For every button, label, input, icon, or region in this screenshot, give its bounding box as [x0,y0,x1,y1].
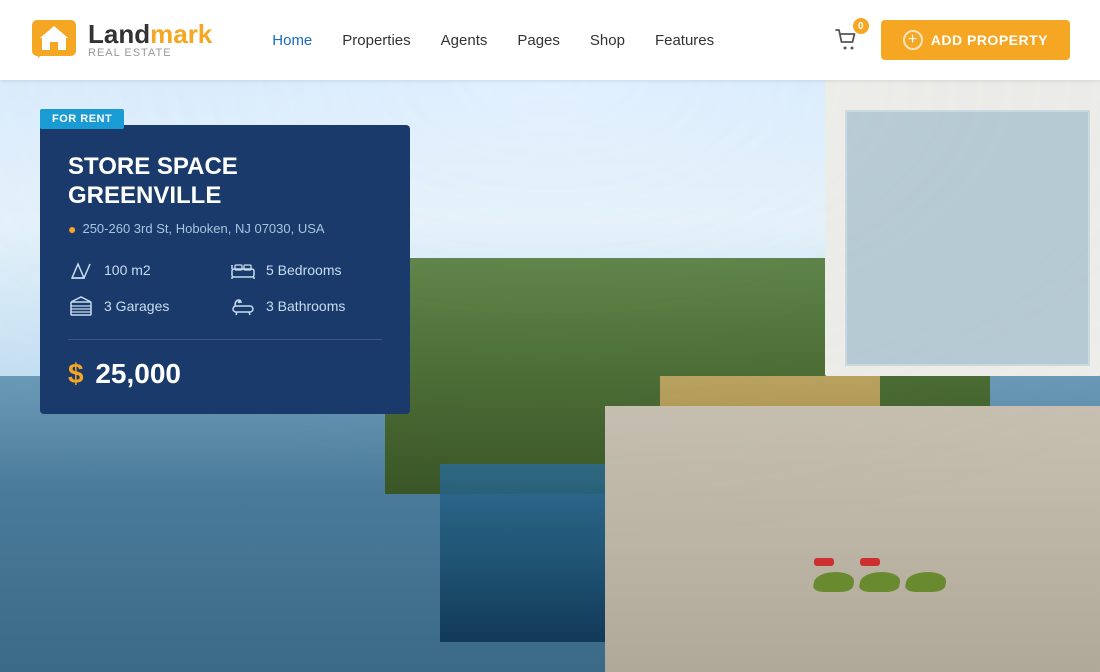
property-title: STORE SPACE GREENVILLE [68,153,382,211]
price-value: 25,000 [95,358,181,389]
nav-properties[interactable]: Properties [342,32,410,49]
nav-home[interactable]: Home [272,32,312,49]
property-card: FOR RENT STORE SPACE GREENVILLE ● 250-26… [40,125,410,414]
feature-area: 100 m2 [68,259,220,281]
area-icon [68,259,94,281]
logo-subtitle: Real Estate [88,47,212,59]
bathrooms-label: 3 Bathrooms [266,298,345,314]
area-label: 100 m2 [104,262,151,278]
nav-features[interactable]: Features [655,32,714,49]
property-address: ● 250-260 3rd St, Hoboken, NJ 07030, USA [68,221,382,237]
feature-bathrooms: 3 Bathrooms [230,295,382,317]
bed-icon [230,259,256,281]
price-divider [68,339,382,340]
feature-bedrooms: 5 Bedrooms [230,259,382,281]
nav-pages[interactable]: Pages [517,32,560,49]
property-price: $ 25,000 [68,358,382,390]
logo-text: Landmark [88,21,212,47]
logo[interactable]: Landmark Real Estate [30,18,212,62]
feature-garages: 3 Garages [68,295,220,317]
nav-agents[interactable]: Agents [441,32,488,49]
for-rent-badge: FOR RENT [40,109,124,129]
price-currency: $ [68,358,84,389]
nav-shop[interactable]: Shop [590,32,625,49]
property-features: 100 m2 5 Bedrooms [68,259,382,317]
header-right: 0 + ADD PROPERTY [829,20,1070,60]
main-nav: Home Properties Agents Pages Shop Featur… [272,32,829,49]
logo-icon [30,18,78,62]
add-property-button[interactable]: + ADD PROPERTY [881,20,1070,60]
garage-icon [68,295,94,317]
location-icon: ● [68,221,76,237]
garages-label: 3 Garages [104,298,169,314]
cart-button[interactable]: 0 [829,22,865,58]
cart-badge: 0 [853,18,869,34]
bath-icon [230,295,256,317]
plus-icon: + [903,30,923,50]
header: Landmark Real Estate Home Properties Age… [0,0,1100,80]
hero-section: FOR RENT STORE SPACE GREENVILLE ● 250-26… [0,80,1100,672]
bedrooms-label: 5 Bedrooms [266,262,341,278]
